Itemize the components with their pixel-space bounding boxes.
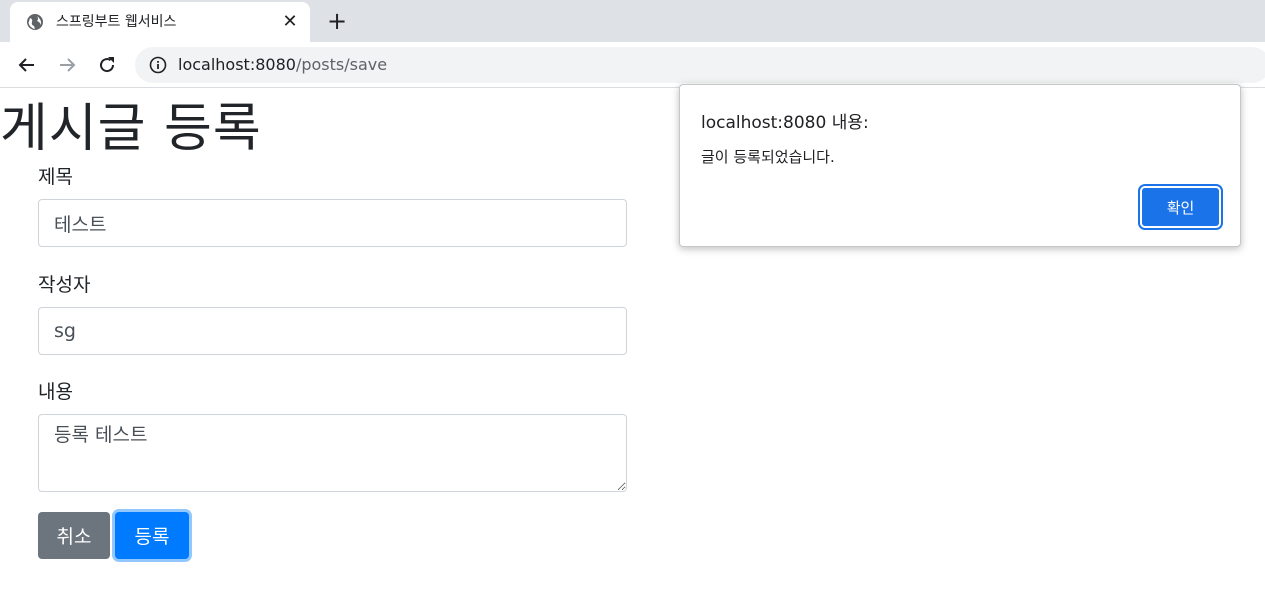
content-label: 내용 xyxy=(38,381,73,403)
browser-tab-strip: 스프링부트 웹서비스 ✕ + xyxy=(0,0,1265,42)
url-host: localhost:8080 xyxy=(178,55,296,74)
author-input[interactable] xyxy=(38,307,627,355)
reload-icon[interactable] xyxy=(95,53,119,77)
submit-button[interactable]: 등록 xyxy=(115,512,189,559)
title-input[interactable] xyxy=(38,199,627,247)
tab-title: 스프링부트 웹서비스 xyxy=(56,14,177,30)
dialog-message: 글이 등록되었습니다. xyxy=(701,148,835,166)
author-label: 작성자 xyxy=(38,274,91,296)
dialog-title: localhost:8080 내용: xyxy=(701,113,869,133)
close-icon[interactable]: ✕ xyxy=(280,12,300,32)
alert-dialog: localhost:8080 내용: 글이 등록되었습니다. 확인 xyxy=(679,84,1241,247)
browser-tab[interactable]: 스프링부트 웹서비스 ✕ xyxy=(10,2,310,42)
page-title: 게시글 등록 xyxy=(0,99,262,159)
dialog-ok-button[interactable]: 확인 xyxy=(1140,186,1221,228)
cancel-button[interactable]: 취소 xyxy=(38,512,110,559)
globe-icon xyxy=(26,13,44,31)
new-tab-button[interactable]: + xyxy=(325,9,349,34)
content-textarea[interactable]: 등록 테스트 xyxy=(38,414,627,492)
url-path: /posts/save xyxy=(295,55,388,74)
forward-arrow-icon[interactable] xyxy=(55,53,79,77)
address-bar[interactable]: localhost:8080/posts/save xyxy=(135,47,1265,83)
back-arrow-icon[interactable] xyxy=(15,53,39,77)
info-icon[interactable] xyxy=(149,56,167,74)
url-text: localhost:8080/posts/save xyxy=(178,55,387,74)
title-label: 제목 xyxy=(38,166,73,188)
browser-toolbar: localhost:8080/posts/save xyxy=(0,42,1265,88)
